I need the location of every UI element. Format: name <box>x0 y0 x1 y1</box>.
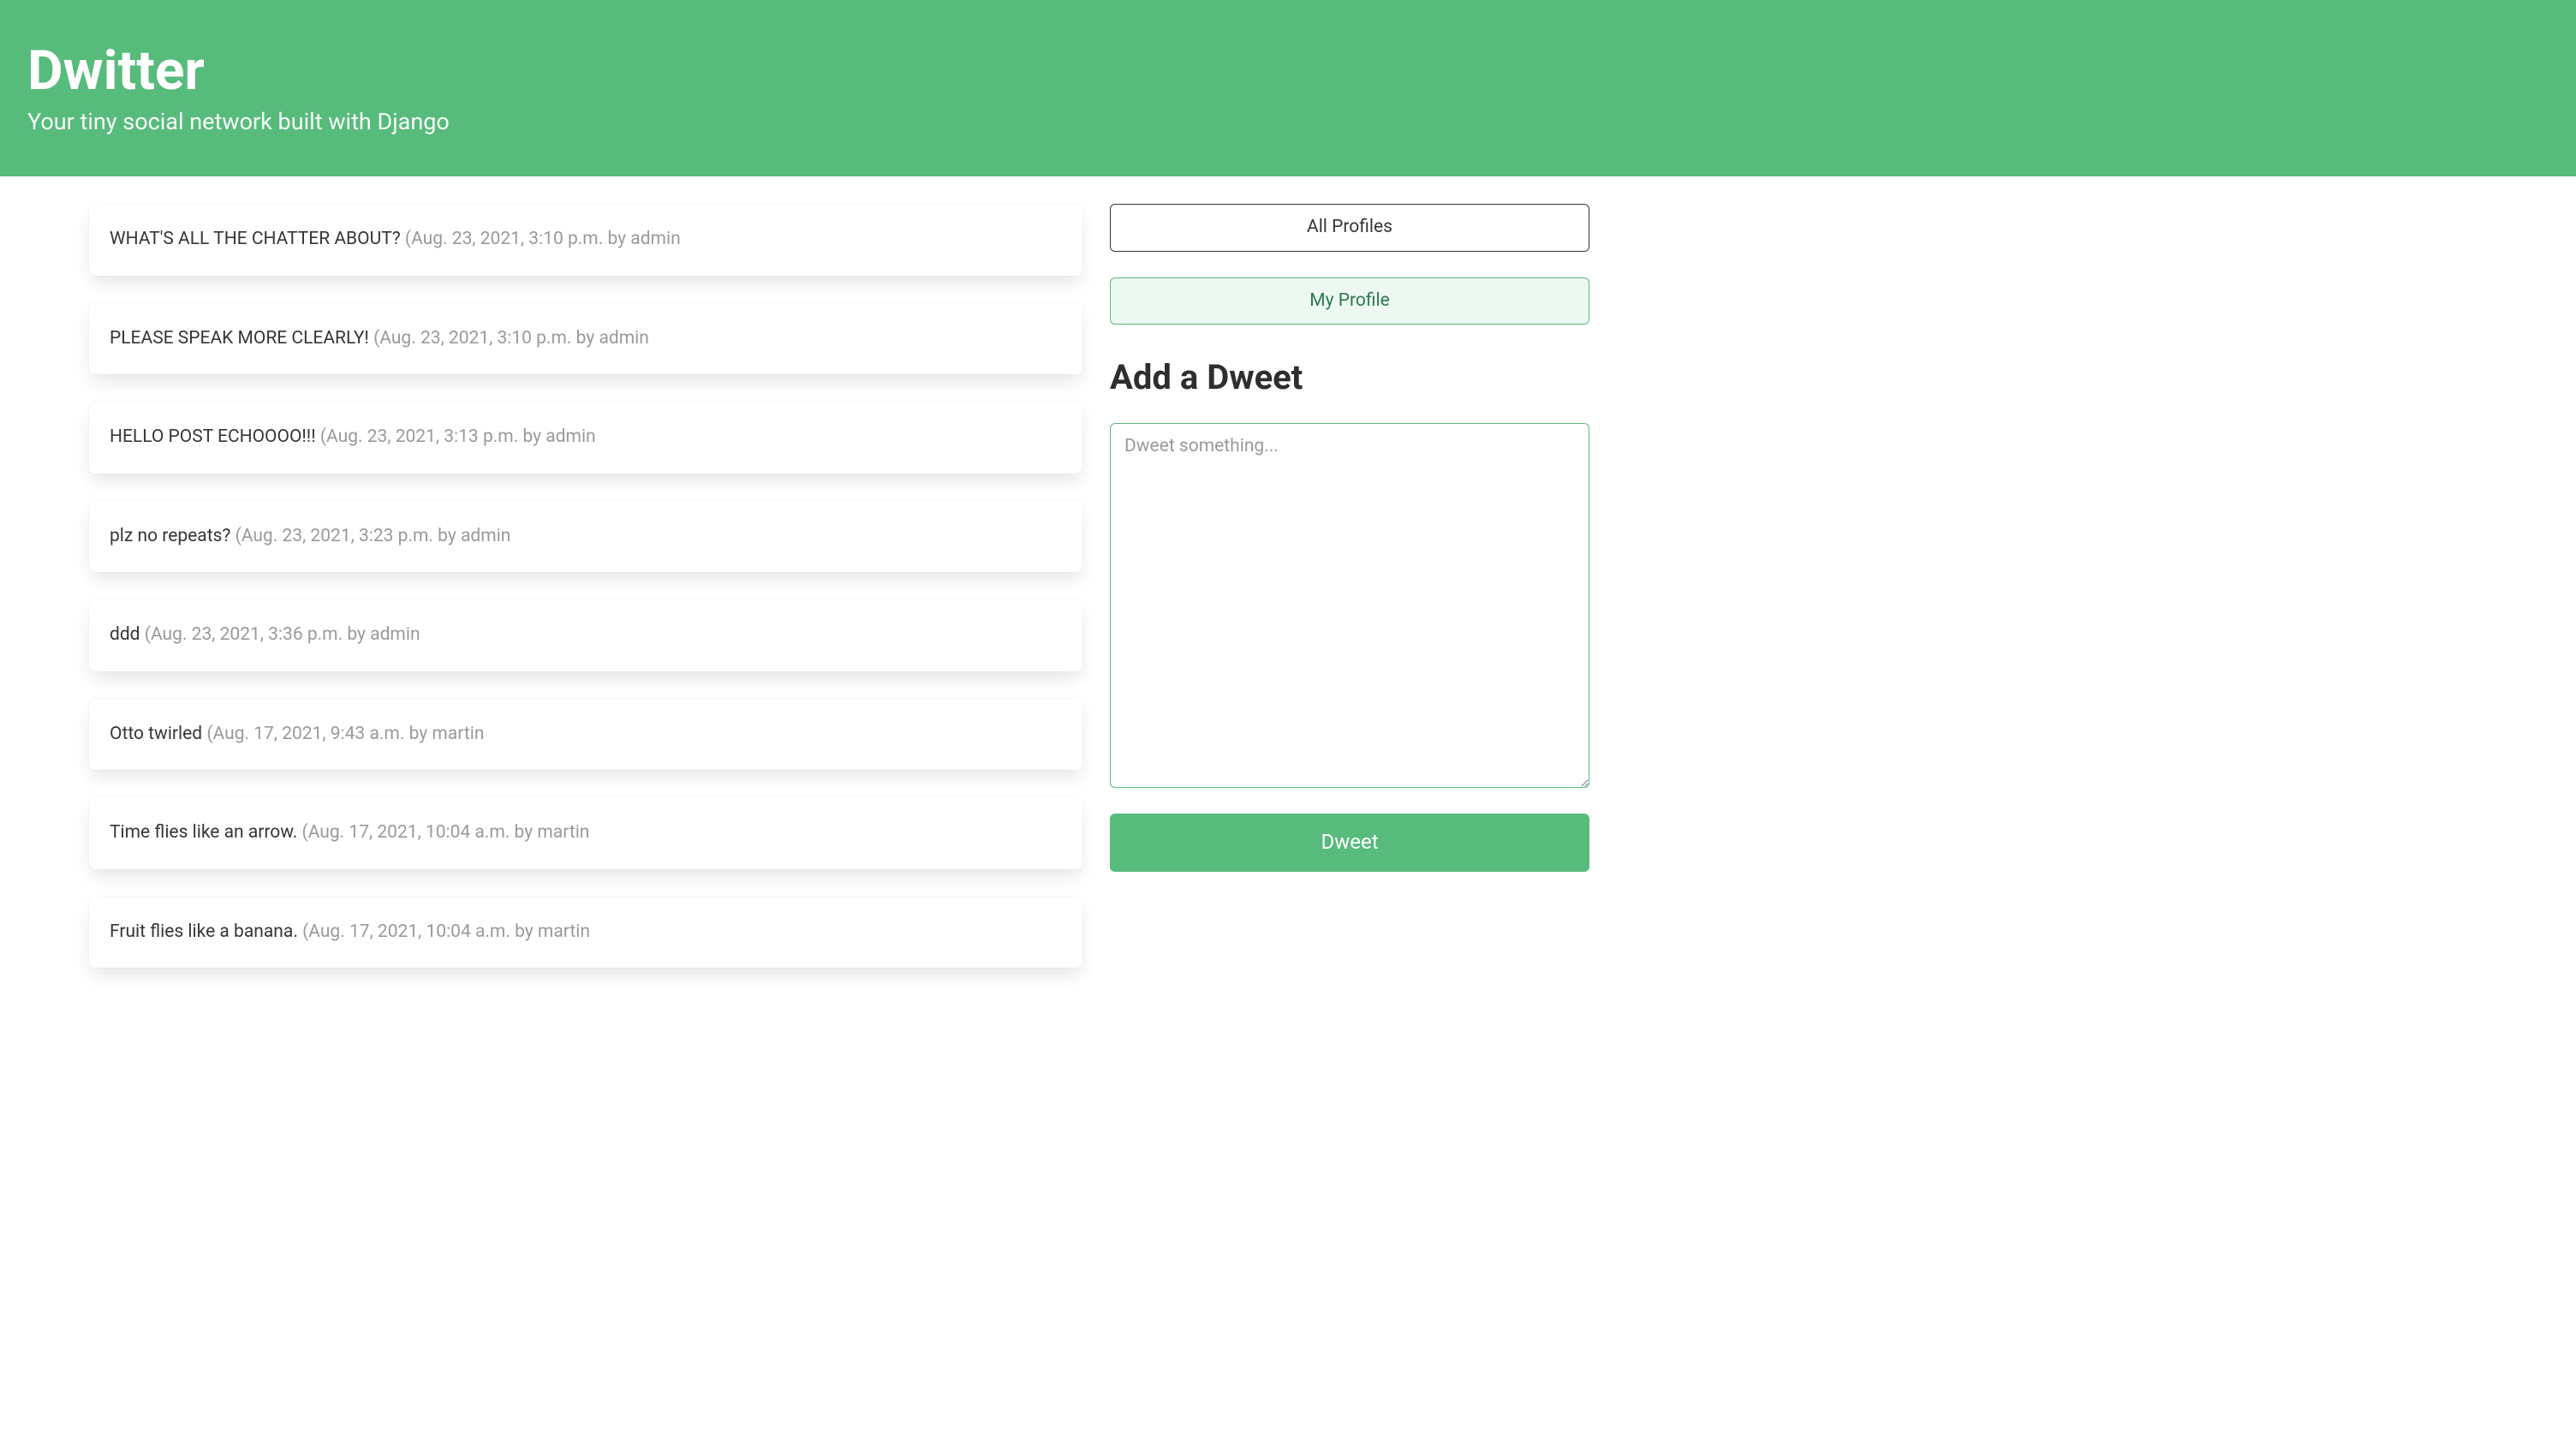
dweet-text: Time flies like an arrow. <box>110 822 297 843</box>
sidebar-column: All Profiles My Profile Add a Dweet Dwee… <box>1110 204 1589 968</box>
dweet-card: plz no repeats? (Aug. 23, 2021, 3:23 p.m… <box>89 501 1082 573</box>
add-dweet-heading: Add a Dweet <box>1110 357 1589 397</box>
dweet-textarea[interactable] <box>1110 423 1589 788</box>
dweet-meta: (Aug. 17, 2021, 9:43 a.m. by martin <box>206 724 484 744</box>
main-container: WHAT'S ALL THE CHATTER ABOUT? (Aug. 23, … <box>0 176 1644 995</box>
dweet-text: plz no repeats? <box>110 526 230 546</box>
site-title: Dwitter <box>27 41 2549 101</box>
dweet-meta: (Aug. 17, 2021, 10:04 a.m. by martin <box>302 822 590 843</box>
dweet-text: Otto twirled <box>110 724 202 744</box>
dweet-text: WHAT'S ALL THE CHATTER ABOUT? <box>110 229 401 249</box>
dweet-meta: (Aug. 17, 2021, 10:04 a.m. by martin <box>302 921 590 942</box>
my-profile-button[interactable]: My Profile <box>1110 277 1589 325</box>
dweet-card: Time flies like an arrow. (Aug. 17, 2021… <box>89 797 1082 869</box>
dweet-meta: (Aug. 23, 2021, 3:10 p.m. by admin <box>373 328 649 349</box>
dweet-card: WHAT'S ALL THE CHATTER ABOUT? (Aug. 23, … <box>89 204 1082 276</box>
all-profiles-button[interactable]: All Profiles <box>1110 204 1589 251</box>
dweet-text: ddd <box>110 624 140 645</box>
dweet-text: Fruit flies like a banana. <box>110 921 298 942</box>
hero-header: Dwitter Your tiny social network built w… <box>0 0 2576 176</box>
dweet-meta: (Aug. 23, 2021, 3:36 p.m. by admin <box>145 624 420 645</box>
dweet-meta: (Aug. 23, 2021, 3:23 p.m. by admin <box>236 526 511 546</box>
dweet-card: Fruit flies like a banana. (Aug. 17, 202… <box>89 897 1082 969</box>
dweet-card: PLEASE SPEAK MORE CLEARLY! (Aug. 23, 202… <box>89 303 1082 375</box>
dweet-card: HELLO POST ECHOOOO!!! (Aug. 23, 2021, 3:… <box>89 402 1082 474</box>
dweet-meta: (Aug. 23, 2021, 3:10 p.m. by admin <box>405 229 681 249</box>
dweet-card: ddd (Aug. 23, 2021, 3:36 p.m. by admin <box>89 599 1082 671</box>
site-subtitle: Your tiny social network built with Djan… <box>27 108 2549 135</box>
dweet-text: PLEASE SPEAK MORE CLEARLY! <box>110 328 369 349</box>
dweet-card: Otto twirled (Aug. 17, 2021, 9:43 a.m. b… <box>89 699 1082 771</box>
dweets-column: WHAT'S ALL THE CHATTER ABOUT? (Aug. 23, … <box>89 204 1082 968</box>
dweet-meta: (Aug. 23, 2021, 3:13 p.m. by admin <box>320 426 596 447</box>
dweet-submit-button[interactable]: Dweet <box>1110 814 1589 872</box>
dweet-text: HELLO POST ECHOOOO!!! <box>110 426 316 447</box>
